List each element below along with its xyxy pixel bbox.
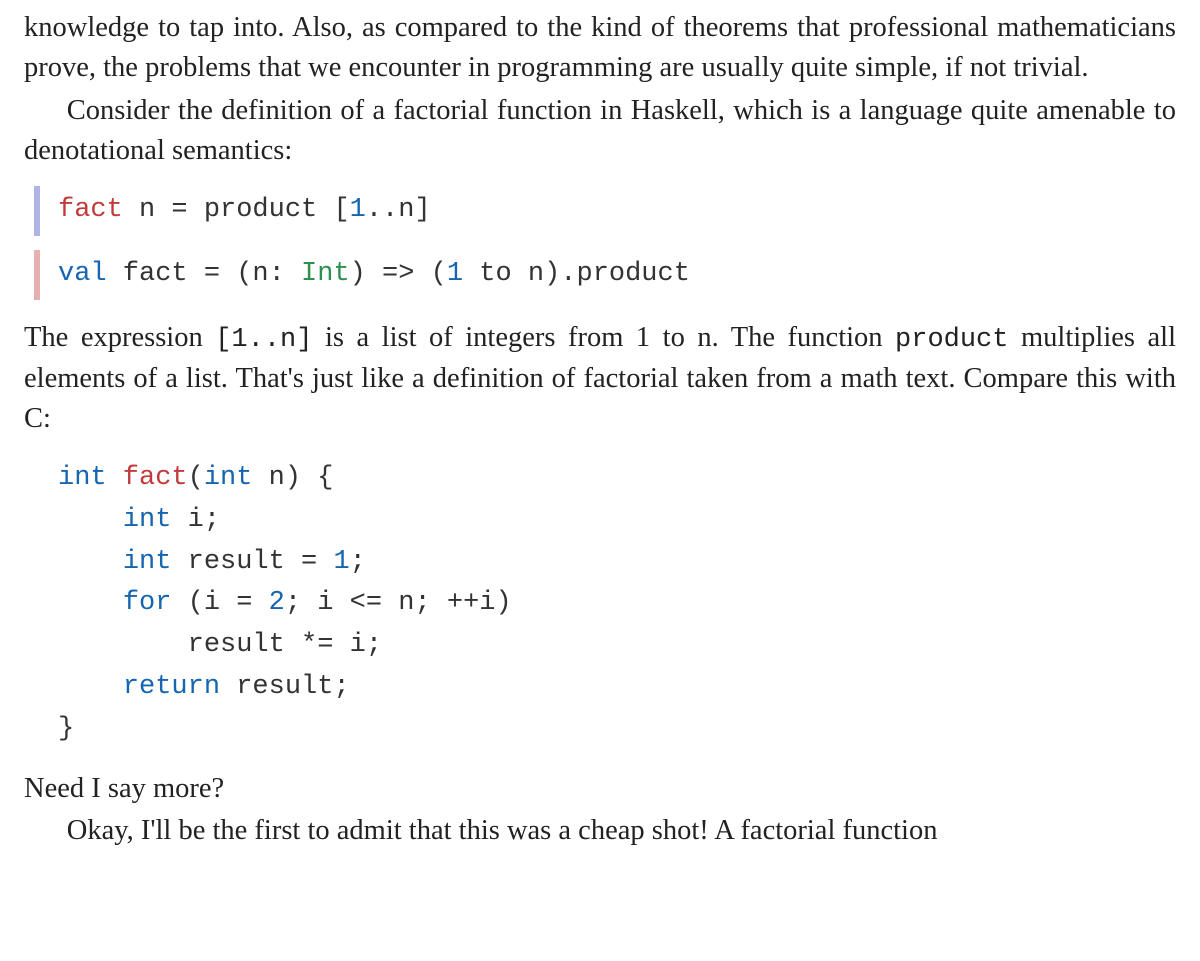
indent [58,630,188,660]
code-token: int [58,463,107,493]
indent [58,672,123,702]
code-token: n = product [ [123,195,350,225]
text: The expression [24,322,215,353]
paragraph-1: knowledge to tap into. Also, as compared… [24,8,1176,89]
code-token: int [123,505,172,535]
paragraph-4: Need I say more? [24,769,1176,809]
code-block-c: int fact(int n) { int i; int result = 1;… [34,454,1176,755]
paragraph-5: Okay, I'll be the first to admit that th… [24,811,1176,851]
code-token: ; [350,547,366,577]
code-block-haskell: fact n = product [1..n] [34,186,1176,236]
code-token: fact [58,195,123,225]
code-token: i; [171,505,220,535]
code-token: return [123,672,220,702]
code-token: 2 [269,588,285,618]
code-token: fact = (n: [107,259,301,289]
document-page: knowledge to tap into. Also, as compared… [0,0,1200,961]
code-block-scala: val fact = (n: Int) => (1 to n).product [34,250,1176,300]
paragraph-2: Consider the definition of a factorial f… [24,91,1176,172]
indent [58,505,123,535]
code-token: 1 [447,259,463,289]
code-token: result; [220,672,350,702]
code-token: int [204,463,253,493]
code-inline: [1..n] [215,325,312,355]
code-token: } [58,714,74,744]
code-inline: product [895,325,1008,355]
code-token: val [58,259,107,289]
code-token: 1 [333,547,349,577]
code-token: to n).product [463,259,690,289]
code-token: Int [301,259,350,289]
code-token: fact [107,463,188,493]
code-token: result *= i; [188,630,382,660]
code-token: for [123,588,172,618]
indent [58,588,123,618]
code-token: ..n] [366,195,431,225]
code-token: result = [171,547,333,577]
code-token: (i = [171,588,268,618]
code-token: ( [188,463,204,493]
code-token: int [123,547,172,577]
code-token: 1 [350,195,366,225]
code-token: ) => ( [350,259,447,289]
code-token: ; i <= n; ++i) [285,588,512,618]
paragraph-3: The expression [1..n] is a list of integ… [24,318,1176,440]
text: is a list of integers from 1 to n. The f… [312,322,895,353]
indent [58,547,123,577]
code-token: n) { [252,463,333,493]
